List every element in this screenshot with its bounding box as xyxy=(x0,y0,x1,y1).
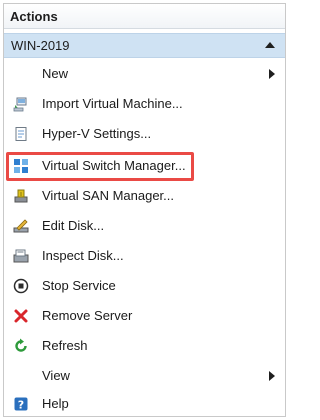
san-manager-icon xyxy=(13,188,29,204)
menu-item-new[interactable]: New xyxy=(4,62,285,86)
edit-disk-icon xyxy=(13,218,29,234)
import-vm-icon xyxy=(13,96,29,112)
menu-item-help[interactable]: ? Help xyxy=(4,392,285,416)
menu-item-label: Inspect Disk... xyxy=(42,248,124,263)
menu-item-import-virtual-machine[interactable]: Import Virtual Machine... xyxy=(4,92,285,116)
menu-item-edit-disk[interactable]: Edit Disk... xyxy=(4,214,285,238)
actions-pane: Actions WIN-2019 New Import Virtual Mach… xyxy=(3,3,286,417)
menu-item-remove-server[interactable]: Remove Server xyxy=(4,304,285,328)
menu-item-hyper-v-settings[interactable]: Hyper-V Settings... xyxy=(4,122,285,146)
refresh-icon xyxy=(13,338,29,354)
red-x-icon xyxy=(13,308,29,324)
stop-icon xyxy=(13,278,29,294)
menu-item-label: Refresh xyxy=(42,338,88,353)
server-group-header[interactable]: WIN-2019 xyxy=(4,33,285,58)
menu-item-refresh[interactable]: Refresh xyxy=(4,334,285,358)
menu-item-view[interactable]: View xyxy=(4,364,285,388)
menu-item-label: Virtual Switch Manager... xyxy=(42,158,186,173)
svg-text:?: ? xyxy=(18,399,24,412)
menu-item-label: Import Virtual Machine... xyxy=(42,96,183,111)
menu-item-stop-service[interactable]: Stop Service xyxy=(4,274,285,298)
menu-item-label: New xyxy=(42,66,69,81)
help-icon: ? xyxy=(13,396,29,412)
menu-item-label: Hyper-V Settings... xyxy=(42,126,152,141)
menu-item-label: View xyxy=(42,368,70,383)
server-group-label: WIN-2019 xyxy=(11,38,70,53)
menu-item-inspect-disk[interactable]: Inspect Disk... xyxy=(4,244,285,268)
menu-item-virtual-switch-manager[interactable]: Virtual Switch Manager... xyxy=(4,154,285,178)
menu-item-virtual-san-manager[interactable]: Virtual SAN Manager... xyxy=(4,184,285,208)
menu-item-label: Stop Service xyxy=(42,278,116,293)
menu-item-label: Help xyxy=(42,396,69,411)
menu-item-label: Edit Disk... xyxy=(42,218,105,233)
collapse-caret-icon[interactable] xyxy=(265,42,275,48)
virtual-switch-icon xyxy=(13,158,29,174)
submenu-arrow-icon xyxy=(269,69,275,79)
submenu-arrow-icon xyxy=(269,371,275,381)
menu-item-label: Remove Server xyxy=(42,308,133,323)
inspect-disk-icon xyxy=(13,248,29,264)
menu-item-label: Virtual SAN Manager... xyxy=(42,188,174,203)
settings-page-icon xyxy=(13,126,29,142)
actions-header: Actions xyxy=(4,4,285,29)
